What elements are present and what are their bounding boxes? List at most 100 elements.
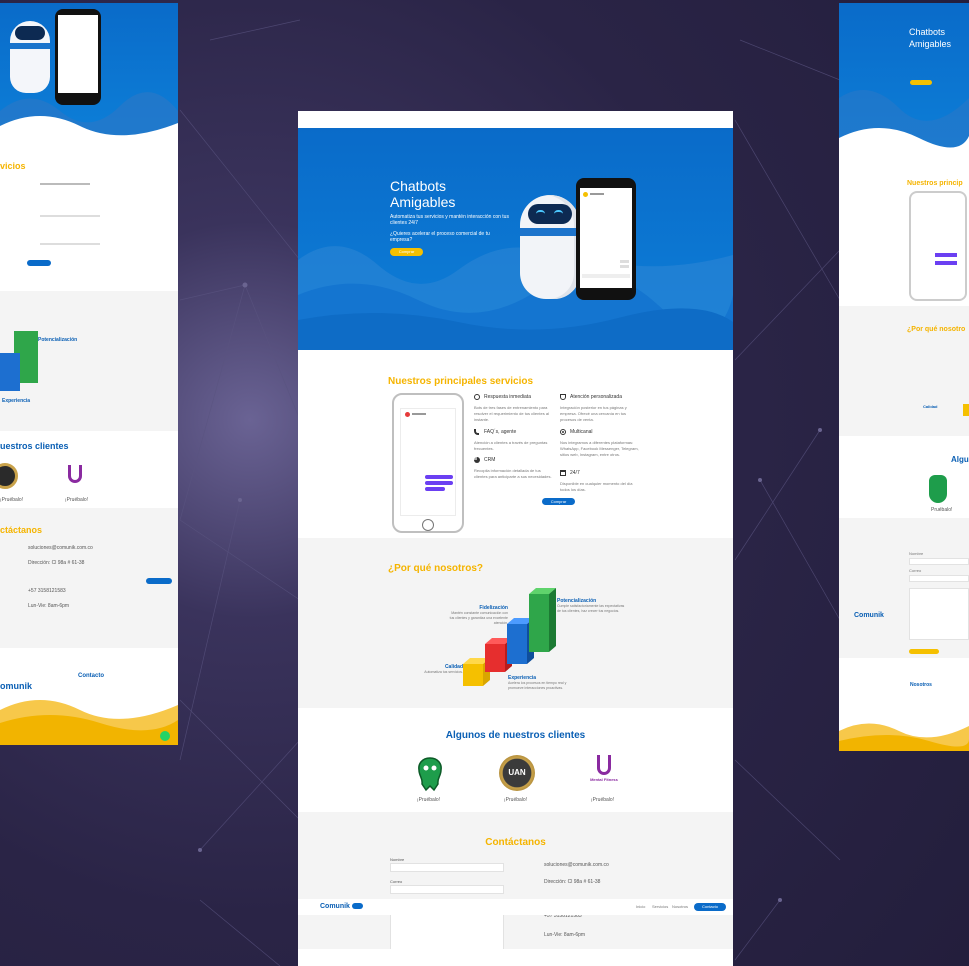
- phone-home-button: [422, 519, 434, 531]
- service-desc-2: Atención a clientes a través de pregunta…: [474, 440, 548, 451]
- client-label-2: ¡Pruébalo!: [591, 797, 615, 803]
- services-title: Nuestros principales servicios: [388, 376, 534, 387]
- left-client-label-1: ¡Pruébalo!: [0, 497, 24, 503]
- right-message-input[interactable]: [909, 588, 969, 640]
- contact-email: soluciones@comunik.com.co: [544, 862, 609, 868]
- why-label-2: Calidad Automatiza tus servicios.: [413, 664, 463, 675]
- chat-avatar-icon: [583, 192, 588, 197]
- service-title-5: 24/7: [570, 470, 580, 476]
- whatsapp-icon[interactable]: [160, 731, 170, 741]
- left-contact-hours: Lun-Vie: 8am-6pm: [28, 603, 70, 609]
- right-why-title: ¿Por qué nosotro: [907, 326, 966, 333]
- nav-link-inicio[interactable]: Inicio: [636, 904, 645, 910]
- nav-link-servicios[interactable]: Servicios: [652, 904, 668, 910]
- hero-question: ¿Quieres acelerar el proceso comercial d…: [390, 231, 490, 243]
- left-phone: [55, 9, 101, 105]
- clock-icon: [474, 394, 480, 400]
- left-services-title: vicios: [0, 161, 26, 171]
- hero-title-line2: Amigables: [390, 194, 456, 210]
- left-contact-section: ctáctanos soluciones@comunik.com.co Dire…: [0, 508, 178, 648]
- left-footer-title: Contacto: [78, 673, 104, 679]
- contact-title: Contáctanos: [485, 837, 546, 848]
- browser-top-bar: [298, 111, 733, 128]
- left-cube-blue: [0, 353, 20, 391]
- left-uan-logo: [0, 463, 18, 489]
- service-title-0: Respuesta inmediata: [484, 394, 531, 400]
- client-logo-mental-fitness: Mental Fitness: [584, 755, 624, 793]
- right-hero-title-2: Amigables: [909, 39, 952, 49]
- left-contact-phone: +57 3158121583: [28, 588, 66, 594]
- right-hero-wave: [839, 90, 969, 158]
- why-label-3-desc: Acelera los procesos en tiempo real y pr…: [508, 681, 567, 690]
- left-why-label2: Experiencia: [2, 398, 31, 404]
- right-green-logo: [929, 475, 947, 503]
- right-page-mockup: Chatbots Amigables Nuestros princip ¿Por…: [839, 3, 969, 751]
- why-title: ¿Por qué nosotros?: [388, 563, 483, 574]
- service-desc-5: Disponible en cualquier momento del día …: [560, 481, 633, 492]
- hero-cta-button[interactable]: Comprar: [390, 248, 423, 256]
- left-services-button[interactable]: [27, 260, 51, 266]
- left-nav-button[interactable]: [146, 578, 172, 584]
- left-footer: omunik Contacto: [0, 653, 178, 745]
- why-label-3: Experiencia Acelera los procesos en tiem…: [508, 675, 568, 691]
- name-input[interactable]: [390, 863, 504, 872]
- why-label-0-desc: Cumple satisfactoriamente las expectativ…: [557, 604, 625, 613]
- left-client-label-2: ¡Pruébalo!: [65, 497, 89, 503]
- right-hero-button[interactable]: [910, 80, 932, 85]
- pie-chart-icon: [474, 457, 480, 463]
- contact-hours: Lun-Vie: 8am-6pm: [544, 932, 586, 938]
- service-title-3: Multicanal: [570, 429, 593, 435]
- navbar-logo-text: Comunik: [320, 903, 350, 910]
- left-contact-address: Dirección: Cl 98a # 61-38: [28, 560, 85, 566]
- service-desc-0: Bots de tres fases de entrenamiento para…: [474, 405, 549, 422]
- left-contact-title: ctáctanos: [0, 525, 43, 535]
- left-footer-wave: [0, 700, 178, 745]
- right-why-section: ¿Por qué nosotro Calidad: [839, 306, 969, 436]
- service-desc-4: Recopila información detallada de tus cl…: [474, 468, 552, 479]
- why-label-2-desc: Automatiza tus servicios.: [424, 670, 463, 674]
- hero-phone: [576, 178, 636, 300]
- center-page-mockup: Chatbots Amigables Automatiza tus servic…: [298, 111, 733, 966]
- right-name-label: Nombre: [909, 551, 924, 556]
- client-logo-green: [416, 756, 444, 792]
- right-why-calidad: Calidad: [923, 404, 938, 409]
- clients-title: Algunos de nuestros clientes: [445, 730, 586, 741]
- right-name-input[interactable]: [909, 558, 969, 565]
- left-footer-logo: omunik: [0, 681, 33, 691]
- service-title-4: CRM: [484, 457, 496, 463]
- right-clients-title: Algu: [951, 455, 969, 464]
- services-section: Nuestros principales servicios Respuesta…: [298, 350, 733, 538]
- multichannel-icon: [560, 429, 566, 435]
- right-cube-yellow: [963, 404, 969, 416]
- navbar-logo[interactable]: Comunik: [320, 903, 363, 910]
- mental-fitness-icon: [597, 755, 611, 775]
- email-input[interactable]: [390, 885, 504, 894]
- why-section: ¿Por qué nosotros? Potencialización Cump…: [298, 538, 733, 708]
- left-hero: [0, 3, 178, 141]
- right-client-label: Pruébalo!: [931, 507, 953, 513]
- right-email-input[interactable]: [909, 575, 969, 582]
- contact-address: Dirección: Cl 98a # 61-38: [544, 879, 601, 885]
- services-cta-button[interactable]: Comprar: [542, 498, 575, 505]
- hero-subtitle: Automatiza tus servicios y mantén intera…: [390, 214, 509, 226]
- left-service-lines: [40, 181, 100, 247]
- navbar-contact-button[interactable]: Contacto: [694, 903, 726, 911]
- robot-icon: [520, 195, 580, 299]
- right-email-label: Correo: [909, 568, 922, 573]
- service-title-2: FAQ´s, agente: [484, 429, 517, 435]
- chat-bubble-icon: [351, 903, 363, 910]
- mental-fitness-text: Mental Fitness: [590, 777, 618, 782]
- phone-icon: [474, 429, 479, 435]
- chat-logo-icon: [405, 412, 410, 417]
- contact-section: Contáctanos Nombre Correo soluciones@com…: [298, 812, 733, 949]
- why-label-1: Fidelización Mantén constante comunicaci…: [448, 605, 508, 626]
- left-mental-logo: [68, 465, 82, 483]
- heart-icon: [560, 394, 566, 400]
- frog-logo-icon: [418, 757, 442, 792]
- services-phone: [392, 393, 464, 533]
- nav-link-nosotros[interactable]: Nosotros: [672, 904, 688, 910]
- hero-title-line1: Chatbots: [390, 178, 447, 194]
- uan-logo-text: UAN: [508, 768, 526, 777]
- right-hero-title-1: Chatbots: [909, 27, 946, 37]
- right-send-button[interactable]: [909, 649, 939, 654]
